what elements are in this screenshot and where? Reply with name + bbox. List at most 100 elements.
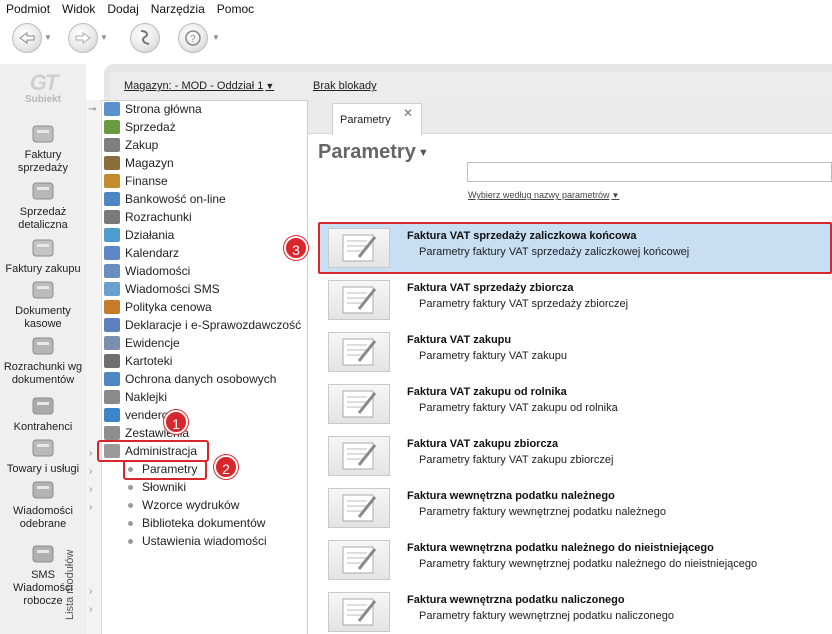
module-item-0[interactable]: Strona główna [104, 100, 202, 118]
module-icon [104, 282, 120, 296]
parameter-description: Parametry faktury VAT zakupu zbiorczej [419, 454, 614, 466]
search-mode-dropdown[interactable]: Wybierz według nazwy parametrów ▼ [468, 190, 619, 200]
submodule-item-1[interactable]: Słowniki [128, 478, 186, 496]
nav-rozrachunki-wg-dokumentów[interactable]: Rozrachunki wg dokumentów [0, 334, 86, 387]
module-item-10[interactable]: Wiadomości SMS [104, 280, 220, 298]
chevron-right-icon[interactable]: › [89, 448, 92, 459]
chevron-right-icon[interactable]: › [89, 586, 92, 597]
tab-parametry[interactable]: Parametry ✕ [332, 103, 422, 135]
module-item-13[interactable]: Ewidencje [104, 334, 180, 352]
module-item-3[interactable]: Magazyn [104, 154, 174, 172]
module-item-9[interactable]: Wiadomości [104, 262, 190, 280]
module-label: Wiadomości [125, 264, 191, 278]
page-title[interactable]: Parametry ▼ [318, 141, 429, 164]
back-arrow-icon [19, 32, 35, 44]
parameter-row[interactable]: Faktura VAT zakupu zbiorcza Parametry fak… [318, 430, 832, 482]
parameter-description: Parametry faktury VAT sprzedaży zbiorcze… [419, 298, 629, 310]
nav-dokumenty-kasowe[interactable]: Dokumenty kasowe [0, 278, 86, 331]
submodule-label: Słowniki [142, 480, 187, 494]
module-item-17[interactable]: vendero [104, 406, 168, 424]
module-item-11[interactable]: Polityka cenowa [104, 298, 212, 316]
tools-button[interactable] [130, 23, 160, 53]
nav-sprzedaż-detaliczna[interactable]: Sprzedaż detaliczna [0, 179, 86, 232]
nav-label: Sprzedaż detaliczna [18, 206, 68, 231]
document-edit-icon [328, 228, 390, 268]
menu-podmiot[interactable]: Podmiot [0, 2, 56, 16]
tools-icon [140, 30, 150, 45]
module-item-2[interactable]: Zakup [104, 136, 158, 154]
person-icon [29, 394, 57, 418]
parameter-row[interactable]: Faktura VAT sprzedaży zaliczkowa końcowa… [318, 222, 832, 274]
module-item-6[interactable]: Rozrachunki [104, 208, 192, 226]
chevron-right-icon[interactable]: › [89, 604, 92, 615]
nav-towary-i-usługi[interactable]: Towary i usługi [0, 436, 86, 476]
module-label: Ewidencje [125, 336, 180, 350]
parameter-description: Parametry faktury VAT zakupu [419, 350, 567, 362]
submodule-item-4[interactable]: Ustawienia wiadomości [128, 532, 267, 550]
parameter-row[interactable]: Faktura wewnętrzna podatku należnego do … [318, 534, 832, 586]
svg-text:?: ? [190, 34, 196, 45]
module-icon [104, 318, 120, 332]
parameter-row[interactable]: Faktura VAT sprzedaży zbiorcza Parametry … [318, 274, 832, 326]
parameter-row[interactable]: Faktura VAT zakupu od rolnika Parametry f… [318, 378, 832, 430]
cash-register-icon [29, 179, 57, 203]
module-item-12[interactable]: Deklaracje i e-Sprawozdawczość [104, 316, 301, 334]
bullet-icon [128, 484, 133, 490]
module-icon [104, 228, 120, 242]
close-icon[interactable]: ✕ [403, 106, 413, 120]
help-button[interactable]: ? [178, 23, 208, 53]
chevron-right-icon[interactable]: › [89, 502, 92, 513]
nav-label: Dokumenty kasowe [15, 305, 71, 330]
submodule-item-3[interactable]: Biblioteka dokumentów [128, 514, 265, 532]
module-item-8[interactable]: Kalendarz [104, 244, 179, 262]
module-label: vendero [125, 408, 169, 422]
parameter-search-input[interactable] [467, 162, 832, 182]
module-item-16[interactable]: Naklejki [104, 388, 167, 406]
nav-wiadomości-odebrane[interactable]: Wiadomości odebrane [0, 478, 86, 531]
module-item-14[interactable]: Kartoteki [104, 352, 172, 370]
module-icon [104, 390, 120, 404]
chevron-right-icon[interactable]: › [89, 466, 92, 477]
chevron-right-icon[interactable]: › [89, 484, 92, 495]
module-icon [104, 120, 120, 134]
submodule-label: Biblioteka dokumentów [142, 516, 266, 530]
parameter-row[interactable]: Faktura wewnętrzna podatku należnego Para… [318, 482, 832, 534]
module-item-1[interactable]: Sprzedaż [104, 118, 176, 136]
magazyn-link[interactable]: Magazyn: - MOD - Oddział 1 ▼ [124, 80, 274, 92]
tab-label: Parametry [340, 114, 391, 126]
back-dropdown-icon[interactable]: ▼ [44, 33, 52, 42]
menu-pomoc[interactable]: Pomoc [211, 2, 260, 16]
toolbar: ▼ ▼ ? ▼ [0, 18, 832, 64]
subiekt-logo: GT Subiekt [24, 70, 62, 106]
step-badge-1: 1 [164, 410, 188, 434]
pin-icon[interactable]: ⊸ [88, 104, 96, 115]
menu-widok[interactable]: Widok [56, 2, 101, 16]
forward-dropdown-icon[interactable]: ▼ [100, 33, 108, 42]
parameter-row[interactable]: Faktura wewnętrzna podatku naliczonego Pa… [318, 586, 832, 634]
submodule-item-2[interactable]: Wzorce wydruków [128, 496, 239, 514]
magazyn-label: Magazyn: - MOD - Oddział 1 [124, 80, 264, 92]
blokady-link[interactable]: Brak blokady [313, 80, 377, 92]
module-item-15[interactable]: Ochrona danych osobowych [104, 370, 276, 388]
module-icon [104, 174, 120, 188]
bullet-icon [128, 520, 133, 526]
menu-dodaj[interactable]: Dodaj [101, 2, 144, 16]
module-icon [104, 300, 120, 314]
highlight-administracja [97, 440, 209, 462]
module-item-7[interactable]: Działania [104, 226, 174, 244]
nav-label: Towary i usługi [6, 463, 80, 475]
module-icon [104, 246, 120, 260]
mail-in-icon [29, 478, 57, 502]
nav-faktury-zakupu[interactable]: Faktury zakupu [0, 236, 86, 276]
help-dropdown-icon[interactable]: ▼ [212, 33, 220, 42]
module-item-5[interactable]: Bankowość on-line [104, 190, 226, 208]
parameter-row[interactable]: Faktura VAT zakupu Parametry faktury VAT … [318, 326, 832, 378]
back-button[interactable] [12, 23, 42, 53]
parameter-title: Faktura VAT sprzedaży zaliczkowa końcowa [407, 230, 637, 242]
nav-faktury-sprzedaży[interactable]: Faktury sprzedaży [0, 122, 86, 175]
nav-kontrahenci[interactable]: Kontrahenci [0, 394, 86, 434]
menu-narzedzia[interactable]: Narzędzia [145, 2, 211, 16]
forward-button[interactable] [68, 23, 98, 53]
module-label: Ochrona danych osobowych [125, 372, 277, 386]
module-item-4[interactable]: Finanse [104, 172, 168, 190]
